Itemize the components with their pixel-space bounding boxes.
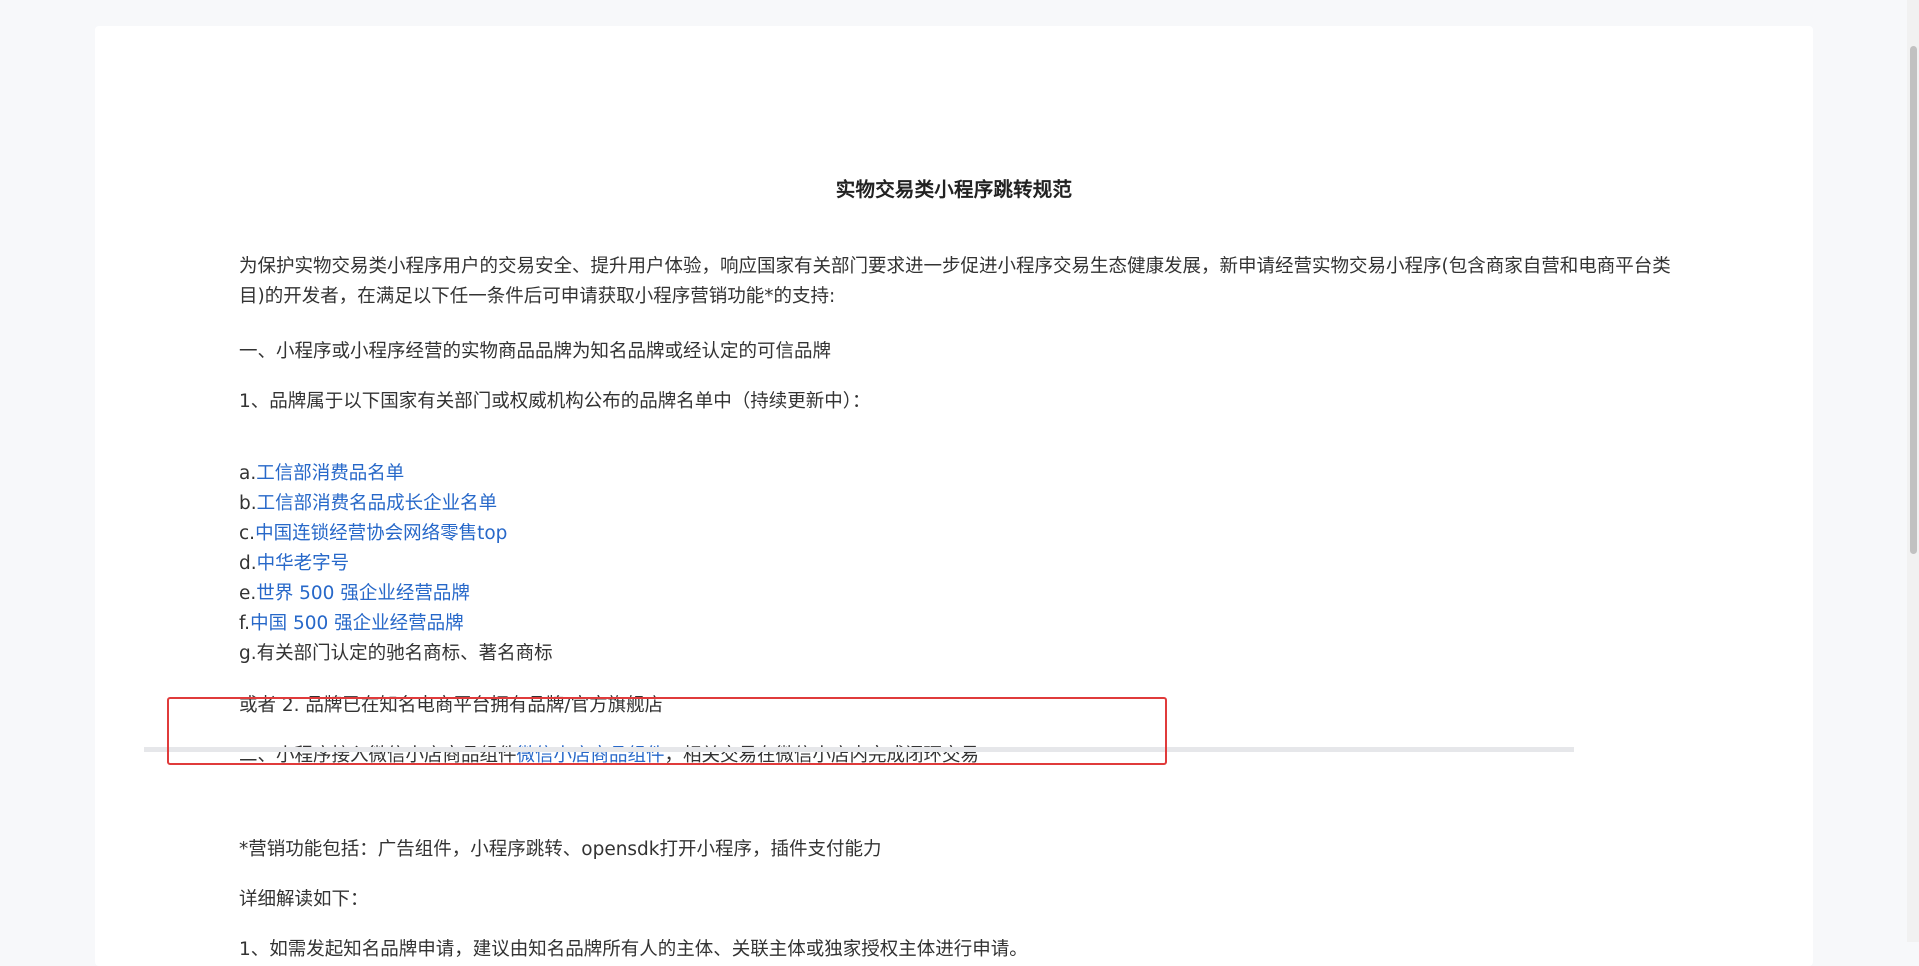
marketing-footnote: *营销功能包括：广告组件，小程序跳转、opensdk打开小程序，插件支付能力 bbox=[239, 839, 882, 860]
scrollbar-thumb[interactable] bbox=[1910, 46, 1917, 554]
brand-item-f[interactable]: f.中国 500 强企业经营品牌 bbox=[239, 609, 553, 639]
brand-item-d[interactable]: d.中华老字号 bbox=[239, 549, 553, 579]
brand-link-d[interactable]: 中华老字号 bbox=[257, 553, 350, 574]
section1-heading: 一、小程序或小程序经营的实物商品品牌为知名品牌或经认定的可信品牌 bbox=[239, 341, 832, 362]
detail-item1: 1、如需发起知名品牌申请，建议由知名品牌所有人的主体、关联主体或独家授权主体进行… bbox=[239, 939, 1028, 960]
page-title: 实物交易类小程序跳转规范 bbox=[835, 178, 1073, 201]
scrollbar[interactable] bbox=[1907, 0, 1919, 942]
intro-paragraph: 为保护实物交易类小程序用户的交易安全、提升用户体验，响应国家有关部门要求进一步促… bbox=[239, 256, 1671, 307]
brand-link-e[interactable]: 世界 500 强企业经营品牌 bbox=[256, 583, 470, 604]
brand-link-b[interactable]: 工信部消费名品成长企业名单 bbox=[257, 493, 498, 514]
brand-item-e[interactable]: e.世界 500 强企业经营品牌 bbox=[239, 579, 553, 609]
brand-item-g: g.有关部门认定的驰名商标、著名商标 bbox=[239, 643, 553, 664]
brand-text-g: 有关部门认定的驰名商标、著名商标 bbox=[256, 643, 553, 664]
brand-item-a[interactable]: a.工信部消费品名单 bbox=[239, 459, 553, 489]
highlight-box bbox=[167, 697, 1167, 765]
detail-heading: 详细解读如下： bbox=[239, 889, 369, 910]
document-card: 实物交易类小程序跳转规范 为保护实物交易类小程序用户的交易安全、提升用户体验，响… bbox=[95, 26, 1813, 966]
brand-link-a[interactable]: 工信部消费品名单 bbox=[256, 463, 404, 484]
section1-item1: 1、品牌属于以下国家有关部门或权威机构公布的品牌名单中（持续更新中）： bbox=[239, 391, 871, 412]
brand-link-f[interactable]: 中国 500 强企业经营品牌 bbox=[250, 613, 464, 634]
brand-list: a.工信部消费品名单 b.工信部消费名品成长企业名单 c.中国连锁经营协会网络零… bbox=[239, 459, 553, 669]
brand-link-c[interactable]: 中国连锁经营协会网络零售top bbox=[255, 523, 507, 544]
brand-item-c[interactable]: c.中国连锁经营协会网络零售top bbox=[239, 519, 553, 549]
brand-item-b[interactable]: b.工信部消费名品成长企业名单 bbox=[239, 489, 553, 519]
